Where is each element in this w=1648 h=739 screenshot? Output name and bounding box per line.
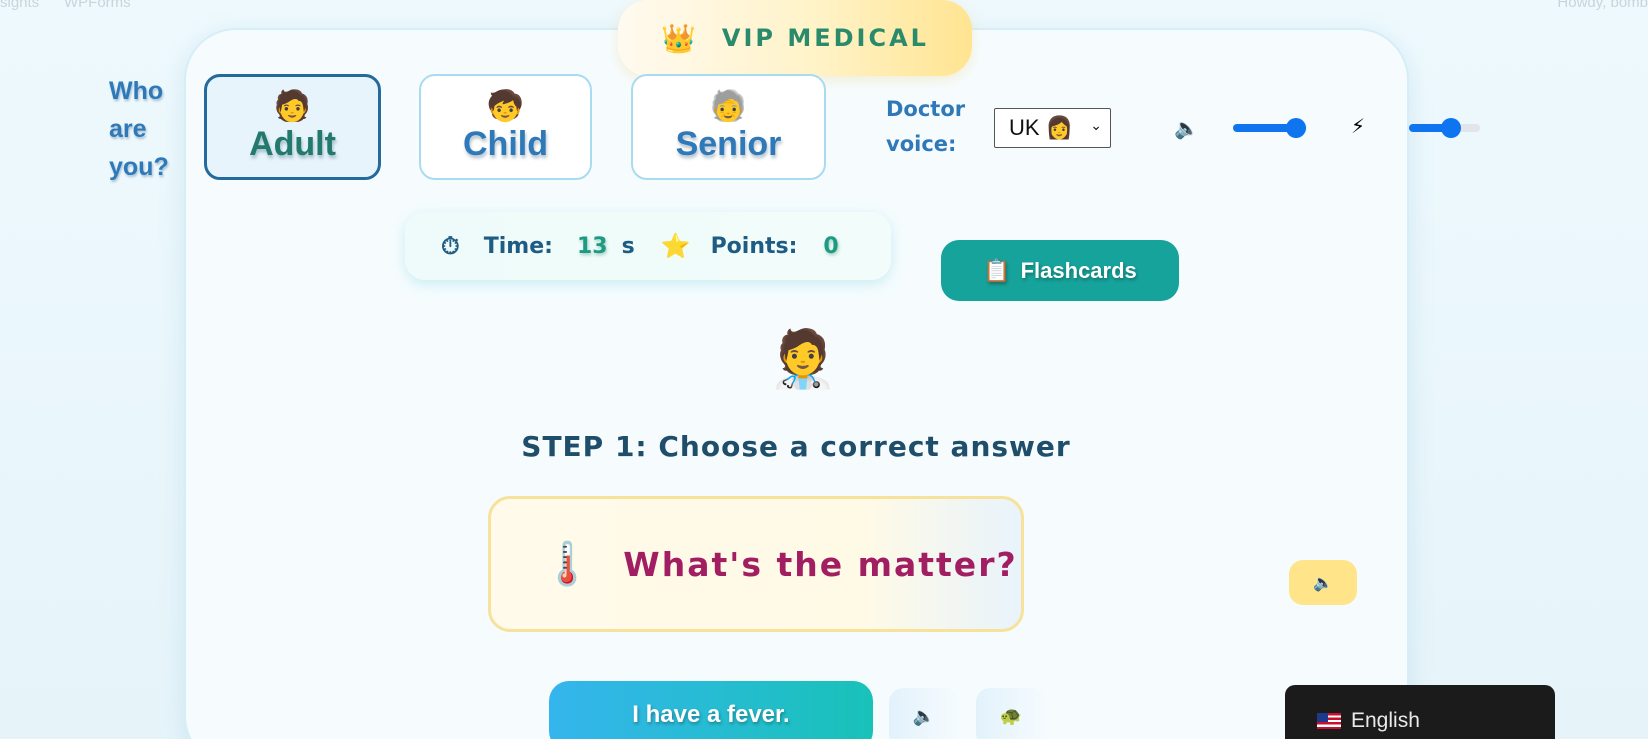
persona-senior-button[interactable]: 🧓 Senior xyxy=(631,74,826,180)
us-flag-icon xyxy=(1317,713,1341,729)
speed-slider-knob[interactable] xyxy=(1441,118,1461,138)
flashcards-label: Flashcards xyxy=(1020,257,1137,283)
language-label: English xyxy=(1351,709,1420,732)
ghost-nav-item: WPForms xyxy=(64,0,131,11)
speaker-icon: 🔈 xyxy=(1313,573,1333,592)
step-instruction: STEP 1: Choose a correct answer xyxy=(521,430,1071,463)
ghost-nav-item: sights xyxy=(0,0,40,11)
flashcards-button[interactable]: 📋 Flashcards xyxy=(941,240,1179,301)
question-audio-button[interactable]: 🔈 xyxy=(1289,560,1357,605)
speaker-icon: 🔈 xyxy=(912,706,936,727)
answer-slow-audio-button[interactable]: 🐢 xyxy=(976,688,1046,739)
doctor-avatar-icon: 🧑‍⚕️ xyxy=(768,327,838,392)
language-switcher[interactable]: English xyxy=(1285,685,1555,739)
clipboard-icon: 📋 xyxy=(983,257,1011,283)
thermometer-icon: 🌡️ xyxy=(541,539,594,588)
persona-adult-button[interactable]: 🧑 Adult xyxy=(204,74,381,180)
answer-audio-button[interactable]: 🔈 xyxy=(889,688,959,739)
speaker-icon: 🔈 xyxy=(1174,116,1199,140)
persona-label: Adult xyxy=(249,125,336,163)
ghost-nav-greeting: Howdy, bomb xyxy=(1557,0,1648,11)
doctor-voice-label: Doctor voice: xyxy=(886,97,966,156)
senior-face-icon: 🧓 xyxy=(709,89,748,124)
doctor-voice-select[interactable]: UK 👩 ⌄ xyxy=(994,108,1111,148)
voice-select-value: UK 👩 xyxy=(1009,115,1074,140)
lightning-icon: ⚡ xyxy=(1351,114,1366,138)
persona-label: Senior xyxy=(675,125,782,163)
persona-label: Child xyxy=(463,125,548,163)
adult-face-icon: 🧑 xyxy=(273,89,312,124)
points-value: 0 xyxy=(823,233,839,259)
time-unit: s xyxy=(621,233,635,259)
persona-child-button[interactable]: 🧒 Child xyxy=(419,74,592,180)
question-text: What's the matter? xyxy=(623,544,1018,584)
volume-slider-knob[interactable] xyxy=(1286,118,1306,138)
chevron-down-icon: ⌄ xyxy=(1090,117,1102,133)
stats-bar: ⏱ Time: 13 s ⭐ Points: 0 xyxy=(405,212,891,280)
stopwatch-icon: ⏱ xyxy=(441,232,460,260)
star-icon: ⭐ xyxy=(660,232,691,260)
child-face-icon: 🧒 xyxy=(486,89,525,124)
crown-icon: 👑 xyxy=(661,21,696,55)
time-label: Time: xyxy=(483,233,553,259)
volume-slider[interactable] xyxy=(1233,118,1307,138)
answer-option-button[interactable]: I have a fever. xyxy=(549,681,873,739)
points-label: Points: xyxy=(710,233,798,259)
vip-banner: 👑 VIP MEDICAL xyxy=(618,0,972,76)
persona-prompt: Who are you? xyxy=(109,77,169,181)
question-card: 🌡️ What's the matter? xyxy=(488,496,1024,632)
speed-slider[interactable] xyxy=(1409,118,1480,138)
time-value: 13 xyxy=(576,233,608,259)
turtle-icon: 🐢 xyxy=(999,706,1023,727)
banner-title: VIP MEDICAL xyxy=(721,24,929,52)
